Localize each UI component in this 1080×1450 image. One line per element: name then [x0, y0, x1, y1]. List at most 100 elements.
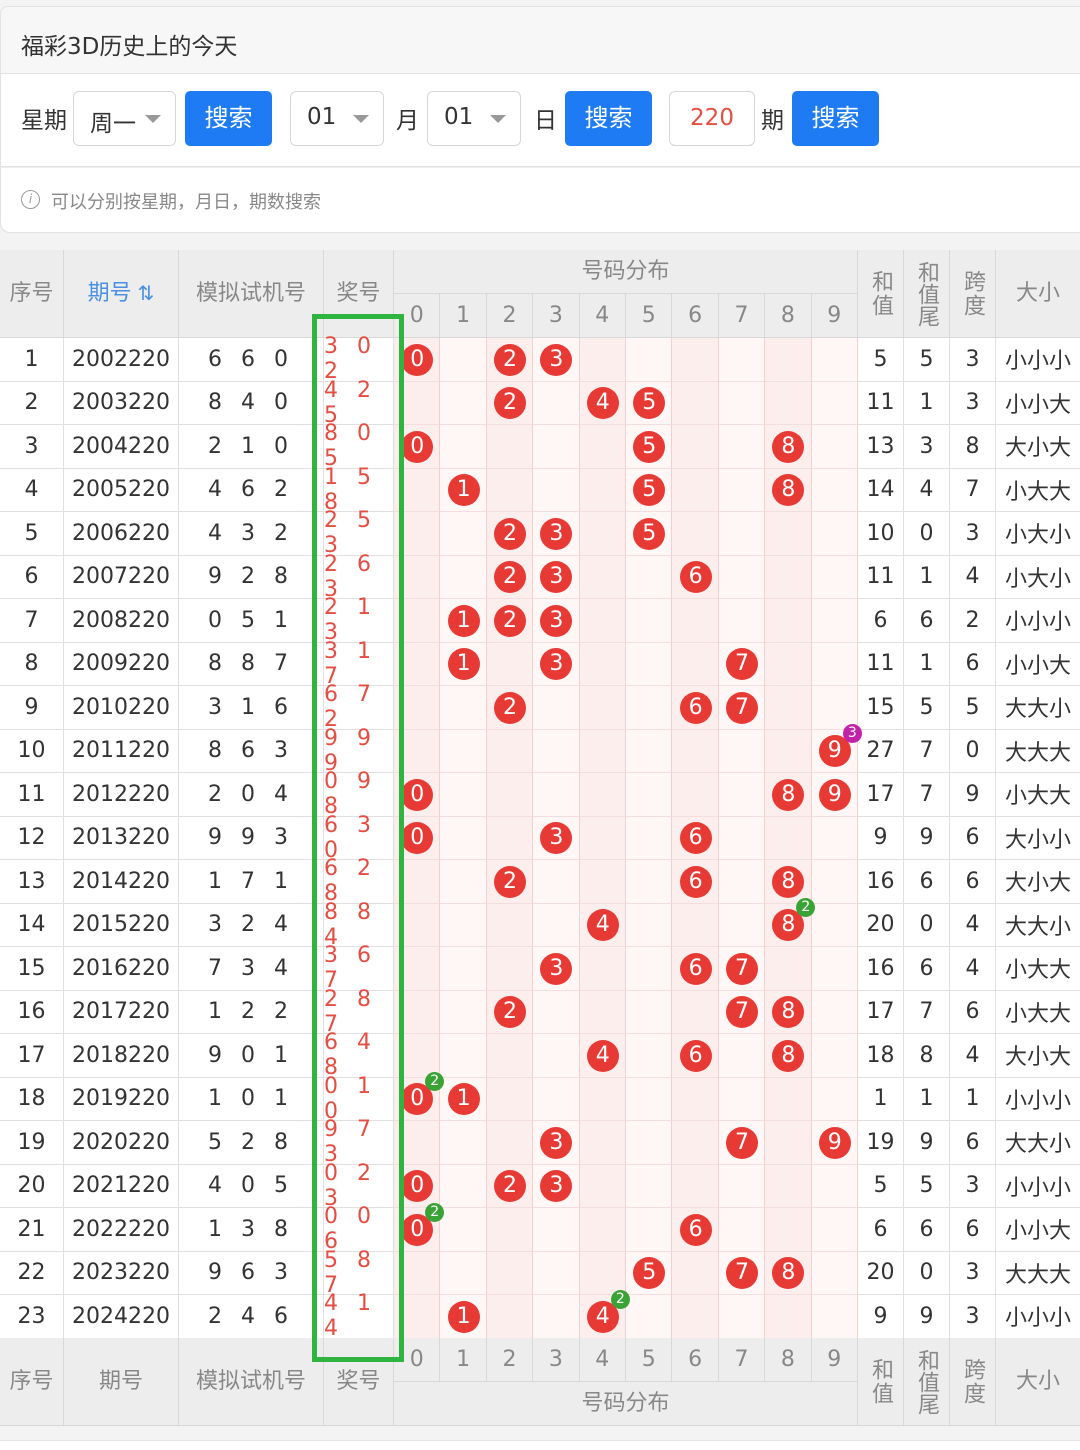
row-sum: 27 [858, 729, 904, 773]
row-sum: 10 [858, 512, 904, 556]
row-span: 6 [950, 642, 996, 686]
weekday-select[interactable]: 周一 [73, 91, 176, 146]
row-sum-tail: 6 [904, 599, 950, 643]
distribution-cell [394, 468, 441, 512]
row-sim-number: 3 2 4 [179, 903, 324, 947]
row-prize-number: 4 2 5 [324, 378, 394, 428]
distribution-cell [394, 1121, 441, 1165]
chevron-down-icon [490, 115, 506, 123]
number-ball: 7 [726, 648, 758, 681]
table-row: 16 2017220 1 2 22 8 7 17 7 6 小大大 2 7 8 [0, 987, 1080, 1037]
distribution-cell [579, 512, 626, 556]
distribution-cell [440, 729, 487, 773]
distribution-cell [394, 947, 441, 991]
row-size: 小小大 [996, 1208, 1080, 1252]
distribution-cell [626, 903, 673, 947]
number-ball: 3 [540, 1126, 573, 1159]
header-seq: 序号 [0, 250, 64, 338]
row-span: 7 [950, 468, 996, 512]
table-row: 22 2023220 9 6 35 8 7 20 0 3 大大大 5 7 8 [0, 1248, 1080, 1298]
history-table: 序号 期号 ⇅ 模拟试机号 奖号 号码分布 0123456789 和值 和值尾 … [0, 250, 1080, 1426]
number-ball: 1 [447, 1300, 480, 1333]
distribution-cell [672, 1077, 719, 1121]
day-select[interactable]: 01 [427, 91, 521, 146]
row-sim-number: 4 0 5 [179, 1164, 324, 1208]
distribution-cell [672, 381, 719, 425]
month-label: 月 [396, 108, 419, 134]
row-sum-tail: 6 [904, 947, 950, 991]
row-sum: 19 [858, 1121, 904, 1165]
row-sim-number: 1 7 1 [179, 860, 324, 904]
row-sim-number: 9 2 8 [179, 555, 324, 599]
distribution-cell [486, 1295, 534, 1339]
row-sum: 5 [858, 1164, 904, 1208]
number-ball: 3 [540, 517, 573, 550]
row-sim-number: 3 1 6 [179, 686, 324, 730]
row-sum-tail: 4 [904, 468, 950, 512]
row-issue: 2018220 [64, 1034, 179, 1078]
row-issue: 2009220 [64, 642, 179, 686]
footer-prize: 奖号 [324, 1338, 394, 1426]
row-seq: 14 [0, 903, 64, 947]
distribution-cell [440, 555, 487, 599]
distribution-cell [394, 599, 441, 643]
number-ball: 5 [633, 430, 666, 463]
month-select[interactable]: 01 [290, 91, 384, 146]
row-sum-tail: 8 [904, 1034, 950, 1078]
row-size: 小小小 [996, 1078, 1080, 1121]
distribution-cell [626, 686, 673, 730]
date-search-button[interactable]: 搜索 [565, 91, 652, 146]
number-ball: 8 [772, 865, 805, 898]
row-span: 3 [950, 1164, 996, 1208]
weekday-label: 星期 [21, 108, 67, 134]
distribution-cell [533, 468, 580, 512]
repeat-count-badge: 2 [610, 1289, 630, 1309]
row-issue: 2016220 [64, 947, 179, 991]
distribution-cell [718, 338, 766, 382]
distribution-cell [811, 338, 858, 382]
row-span: 5 [950, 686, 996, 730]
issue-search-button[interactable]: 搜索 [792, 91, 879, 146]
distribution-cell [533, 1295, 580, 1339]
row-sim-number: 4 3 2 [179, 512, 324, 556]
row-sum-tail: 1 [904, 381, 950, 425]
distribution-cell [718, 773, 766, 817]
distribution-cell [579, 599, 626, 643]
sort-icon[interactable]: ⇅ [138, 283, 155, 304]
distribution-cell [394, 642, 441, 686]
footer-size: 大小 [996, 1338, 1080, 1426]
row-sum: 20 [858, 903, 904, 947]
row-sum: 5 [858, 338, 904, 382]
footer-sum-tail: 和值尾 [904, 1338, 950, 1426]
number-ball: 7 [726, 996, 758, 1029]
row-seq: 2 [0, 381, 64, 425]
day-label: 日 [534, 108, 557, 134]
row-prize-number: 0 9 8 [324, 769, 394, 819]
row-span: 6 [950, 860, 996, 904]
distribution-cell [811, 512, 858, 556]
number-ball: 6 [679, 865, 712, 898]
number-ball: 4 [586, 1039, 619, 1072]
row-size: 小大小 [996, 512, 1080, 556]
row-issue: 2013220 [64, 816, 179, 860]
issue-input[interactable]: 220 [669, 91, 755, 146]
row-sum-tail: 9 [904, 1295, 950, 1339]
row-issue: 2015220 [64, 903, 179, 947]
row-span: 9 [950, 773, 996, 817]
weekday-search-button[interactable]: 搜索 [185, 91, 272, 146]
number-ball: 6 [679, 691, 712, 724]
distribution-cell [765, 1121, 812, 1165]
row-prize-number: 5 8 7 [324, 1248, 394, 1298]
footer-sim: 模拟试机号 [179, 1338, 324, 1426]
distribution-cell [486, 1251, 534, 1295]
distribution-cell [765, 1164, 812, 1208]
distribution-cell [440, 1208, 487, 1252]
row-span: 0 [950, 729, 996, 773]
header-issue[interactable]: 期号 ⇅ [64, 250, 179, 338]
distribution-cell [394, 512, 441, 556]
row-size: 大大小 [996, 904, 1080, 947]
row-sim-number: 9 6 3 [179, 1251, 324, 1295]
distribution-cell [811, 947, 858, 991]
row-span: 6 [950, 816, 996, 860]
table-row: 4 2005220 4 6 21 5 8 14 4 7 小大大 1 5 8 [0, 465, 1080, 515]
